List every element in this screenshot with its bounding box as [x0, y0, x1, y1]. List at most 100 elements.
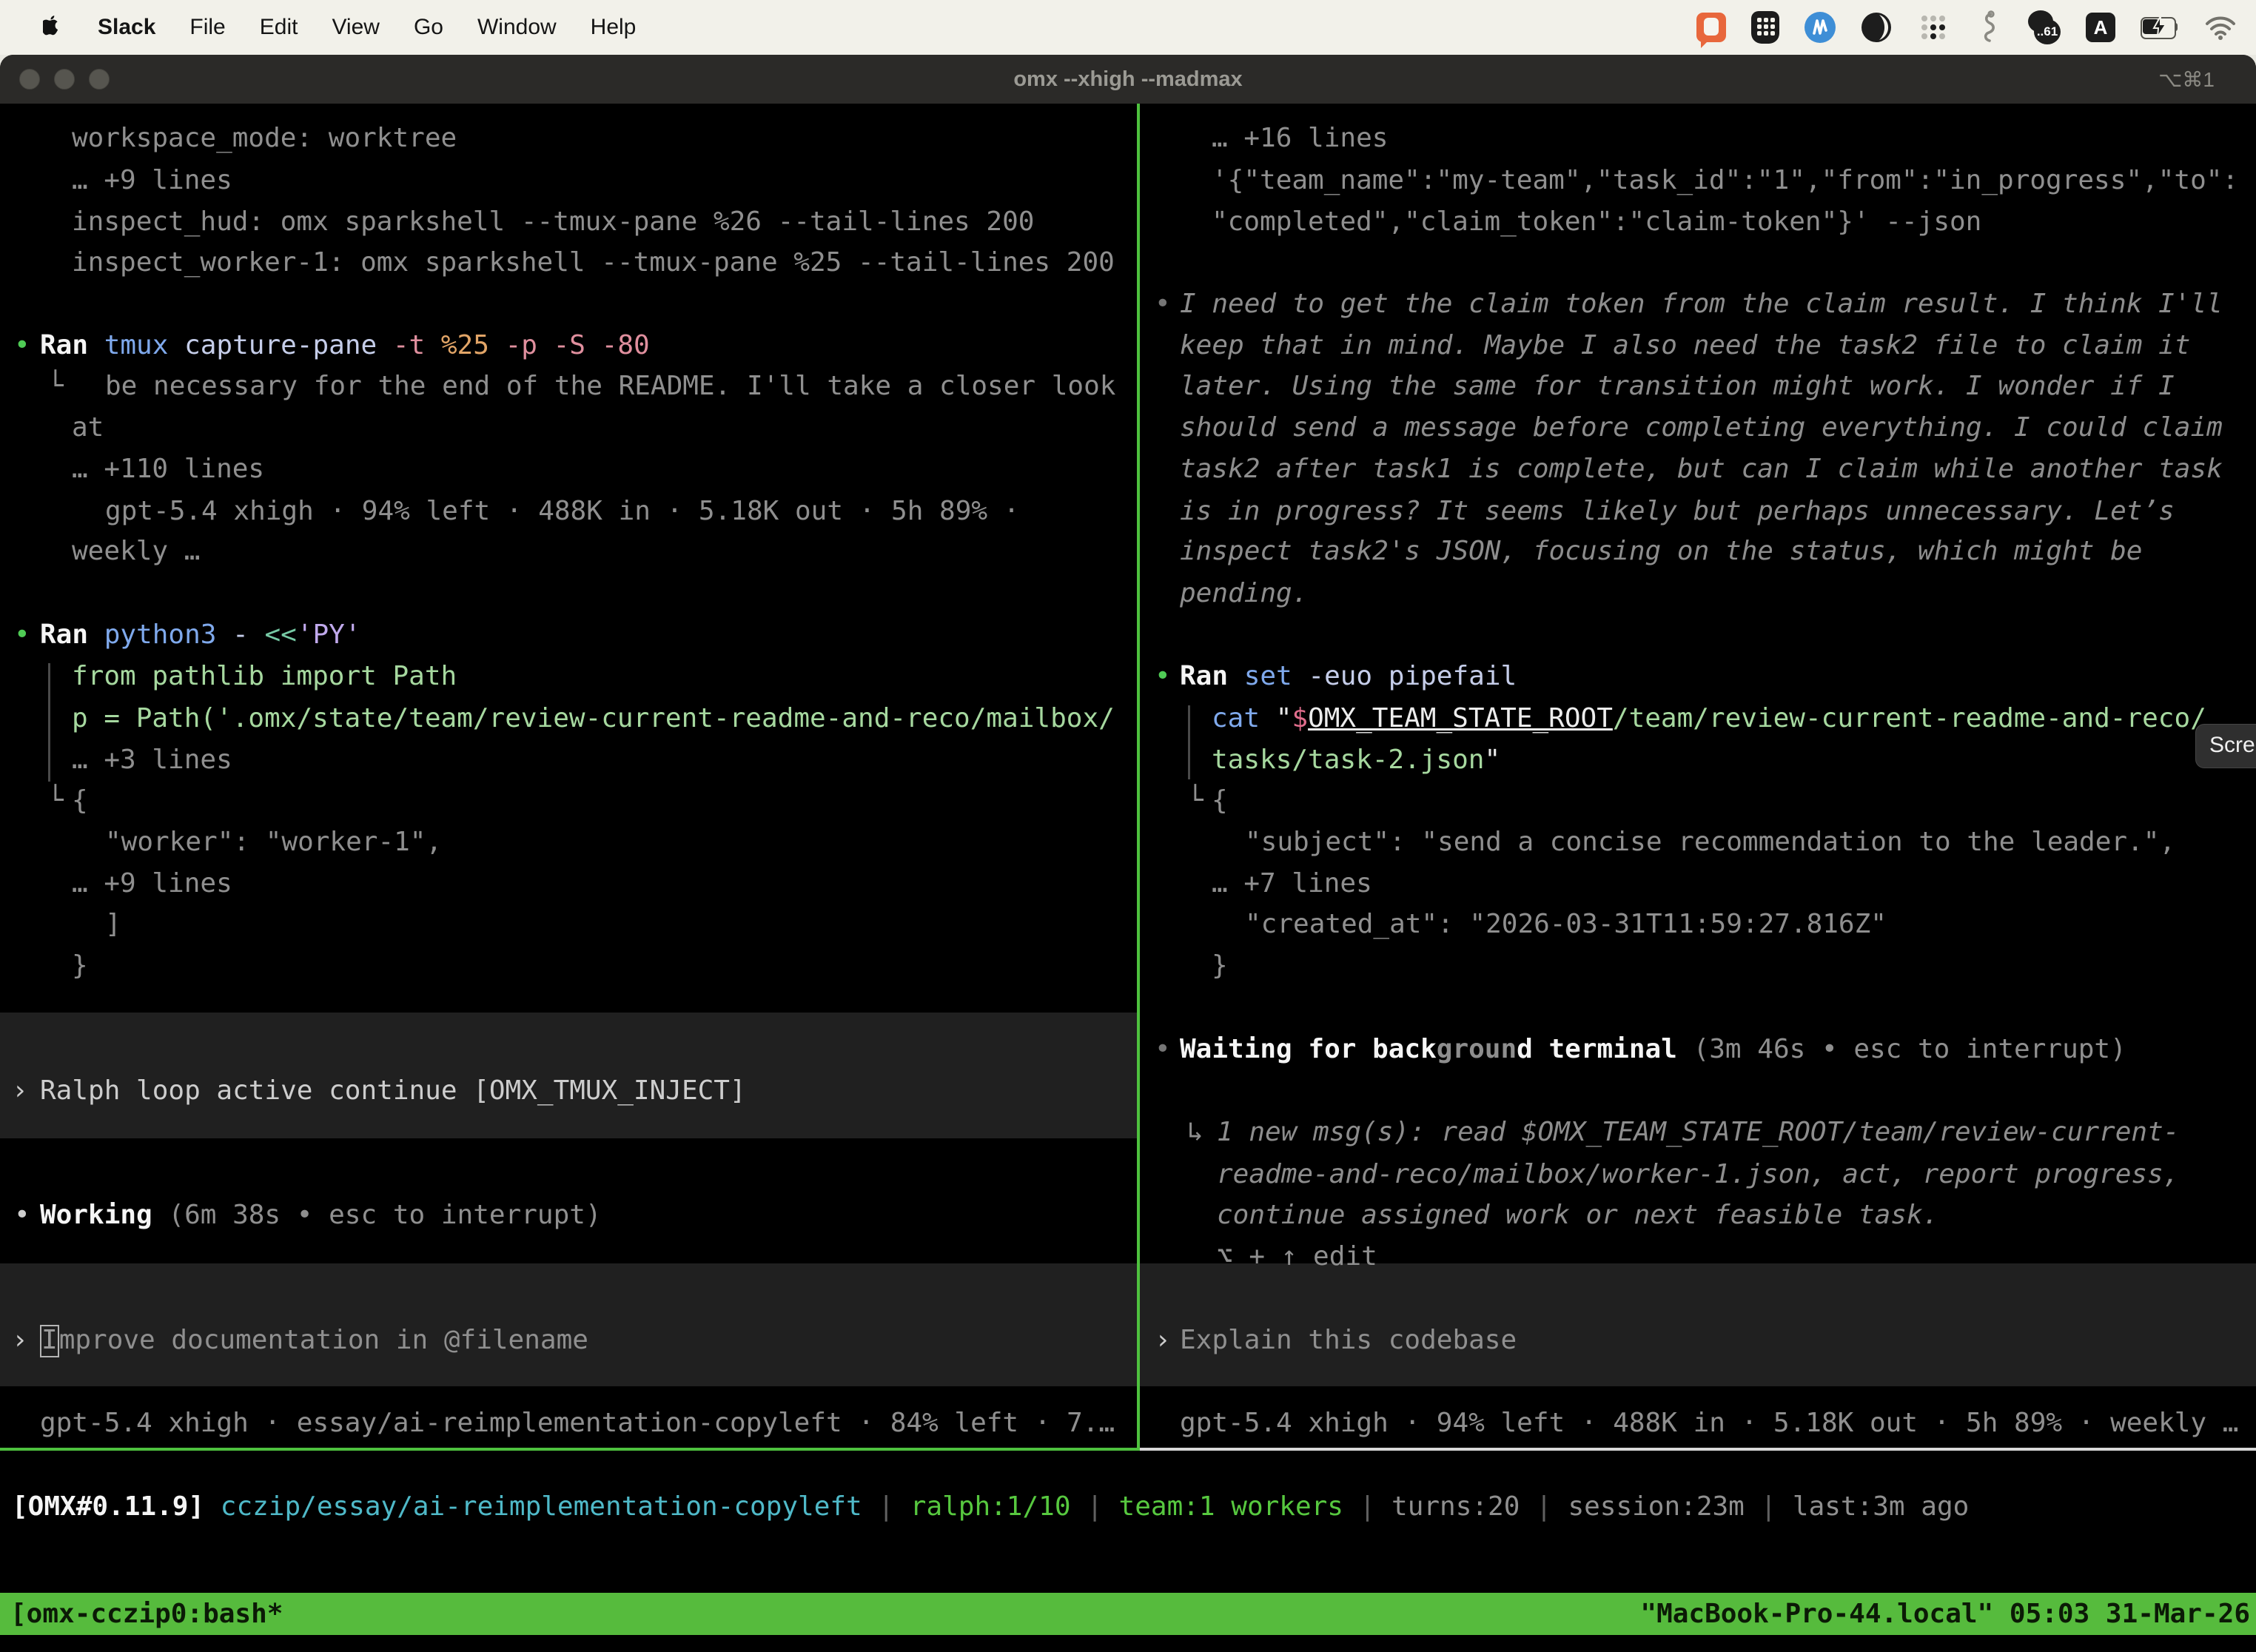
- terminal-text: ›: [1155, 1325, 1171, 1355]
- terminal-text: readme-and-reco/mailbox/worker-1.json, a…: [1217, 1159, 2179, 1189]
- terminal-run: ⌥ + ↑ edit: [1217, 1240, 1377, 1273]
- terminal-text: task2 after task1 is complete, but can I…: [1180, 454, 2223, 484]
- terminal-text: •: [14, 1200, 30, 1230]
- terminal-run: {: [1212, 785, 1228, 817]
- terminal-text: }: [72, 950, 88, 981]
- wifi-icon[interactable]: [2204, 15, 2237, 40]
- terminal-run: ↳: [1187, 1116, 1219, 1149]
- terminal-text: |: [1520, 1491, 1568, 1522]
- terminal-text: from pathlib import Path: [72, 661, 457, 691]
- chat-app-icon[interactable]: [1696, 13, 1726, 42]
- terminal-run: ]: [105, 908, 121, 941]
- dots-grid-icon[interactable]: [1917, 11, 1950, 44]
- terminal-run: Ran python3 - <<'PY': [40, 619, 361, 651]
- hook-icon[interactable]: [1975, 10, 2001, 44]
- crescent-circle-icon[interactable]: [1861, 12, 1892, 43]
- terminal-line: [OMX#0.11.9] cczip/essay/ai-reimplementa…: [0, 1491, 2256, 1523]
- terminal-line: }: [1140, 950, 2256, 982]
- terminal-run: "subject": "send a concise recommendatio…: [1245, 826, 2175, 859]
- terminal-line: ↳ 1 new msg(s): read $OMX_TEAM_STATE_ROO…: [1140, 1116, 2256, 1149]
- terminal-run: •: [14, 619, 30, 651]
- crescent-glyph: [1861, 12, 1892, 43]
- terminal-text: •: [14, 330, 30, 360]
- terminal-text: set: [1244, 661, 1309, 691]
- terminal-line: should send a message before completing …: [1140, 412, 2256, 444]
- tmux-session-label[interactable]: [omx-cczip0:bash*: [0, 1599, 283, 1629]
- terminal-text: {: [1212, 785, 1228, 816]
- input-source-a-icon[interactable]: A: [2086, 13, 2115, 42]
- terminal-text: ralph:1/10: [910, 1491, 1071, 1522]
- terminal-run: gpt-5.4 xhigh · 94% left · 488K in · 5.1…: [1180, 1407, 2238, 1440]
- pane-divider[interactable]: [1137, 104, 1140, 1448]
- terminal-run: ›: [12, 1324, 28, 1357]
- terminal-run: tasks/task-2.json": [1212, 744, 1500, 776]
- terminal-run: "created_at": "2026-03-31T11:59:27.816Z": [1245, 908, 1887, 941]
- terminal-run: readme-and-reco/mailbox/worker-1.json, a…: [1217, 1158, 2179, 1191]
- terminal-text: (3m 46s • esc to interrupt): [1693, 1034, 2126, 1064]
- terminal-text: is in progress? It seems likely but perh…: [1180, 496, 2175, 526]
- terminal-run: … +16 lines: [1212, 122, 1388, 155]
- apple-menu[interactable]: [43, 15, 64, 40]
- terminal-text: |: [1745, 1491, 1793, 1522]
- menu-item-file[interactable]: File: [189, 15, 225, 40]
- menu-item-slack[interactable]: Slack: [98, 15, 155, 40]
- terminal-line: "completed","claim_token":"claim-token"}…: [1140, 206, 2256, 238]
- keyboard-icon[interactable]: [1751, 11, 1779, 44]
- terminal-line: "created_at": "2026-03-31T11:59:27.816Z": [1140, 908, 2256, 941]
- window-titlebar[interactable]: omx --xhigh --madmax ⌥⌘1: [0, 55, 2256, 104]
- menu-item-edit[interactable]: Edit: [260, 15, 298, 40]
- terminal-run: •: [1155, 288, 1171, 320]
- terminal-text: OMX_TEAM_STATE_ROOT: [1308, 703, 1613, 733]
- tmux-pane-left[interactable]: workspace_mode: worktree… +9 linesinspec…: [0, 104, 1137, 1448]
- terminal-text: '{"team_name":"my-team","task_id":"1","f…: [1212, 165, 2238, 195]
- terminal-text: ": [1484, 745, 1500, 775]
- pane-border-bottom-right: [1140, 1448, 2256, 1451]
- text-cursor: I: [40, 1325, 59, 1357]
- terminal-text: [OMX#0.11.9]: [12, 1491, 204, 1522]
- terminal-line: inspect task2's JSON, focusing on the st…: [1140, 535, 2256, 568]
- terminal-line: "subject": "send a concise recommendatio…: [1140, 826, 2256, 859]
- tmux-host-clock: "MacBook-Pro-44.local" 05:03 31-Mar-26: [1640, 1599, 2256, 1629]
- terminal-run: └: [47, 370, 64, 403]
- menu-item-help[interactable]: Help: [591, 15, 637, 40]
- terminal-run: inspect_worker-1: omx sparkshell --tmux-…: [72, 246, 1115, 279]
- terminal-text: "subject": "send a concise recommendatio…: [1245, 827, 2175, 857]
- terminal-run: be necessary for the end of the README. …: [105, 370, 1115, 403]
- terminal-text: ↳: [1187, 1117, 1219, 1147]
- terminal-text: ›: [12, 1075, 28, 1106]
- terminal-text: later. Using the same for transition mig…: [1180, 371, 2175, 401]
- terminal-run: at: [72, 412, 104, 444]
- terminal-text: inspect_hud: omx sparkshell --tmux-pane …: [72, 206, 1034, 237]
- terminal-line: '{"team_name":"my-team","task_id":"1","f…: [1140, 164, 2256, 197]
- terminal-run: "worker": "worker-1",: [105, 826, 442, 859]
- window-shortcut-badge: ⌥⌘1: [2158, 67, 2215, 92]
- terminal-run: 1 new msg(s): read $OMX_TEAM_STATE_ROOT/…: [1217, 1116, 2179, 1149]
- terminal-text: python3: [104, 620, 232, 650]
- terminal-line: p = Path('.omx/state/team/review-current…: [0, 702, 1137, 735]
- sync-circle-icon[interactable]: [1805, 12, 1836, 43]
- terminal-text: "worker": "worker-1",: [105, 827, 442, 857]
- terminal-text: turns:20: [1391, 1491, 1520, 1522]
- terminal-run: '{"team_name":"my-team","task_id":"1","f…: [1212, 164, 2238, 197]
- terminal-line: readme-and-reco/mailbox/worker-1.json, a…: [1140, 1158, 2256, 1191]
- terminal-run: "completed","claim_token":"claim-token"}…: [1212, 206, 1981, 238]
- terminal-run: continue assigned work or next feasible …: [1217, 1199, 1938, 1232]
- battery-icon[interactable]: [2141, 17, 2179, 38]
- terminal-line: at: [0, 412, 1137, 444]
- battery-badge-icon[interactable]: ..61: [2027, 10, 2061, 44]
- menu-item-window[interactable]: Window: [477, 15, 557, 40]
- terminal-line: … +3 lines: [0, 744, 1137, 776]
- tmux-pane-right[interactable]: … +16 lines '{"team_name":"my-team","task…: [1140, 104, 2256, 1448]
- macos-menu-bar: Slack File Edit View Go Window Help: [0, 0, 2256, 55]
- terminal-run: Ran tmux capture-pane -t %25 -p -S -80: [40, 329, 650, 362]
- apple-icon: [43, 15, 64, 40]
- terminal-run: workspace_mode: worktree: [72, 122, 457, 155]
- terminal-text: -80: [602, 330, 650, 360]
- menu-item-view[interactable]: View: [332, 15, 379, 40]
- terminal-text: capture-pane: [184, 330, 393, 360]
- terminal-line: gpt-5.4 xhigh · 94% left · 488K in · 5.1…: [1140, 1407, 2256, 1440]
- terminal-text: Working: [40, 1200, 168, 1230]
- terminal-text: … +110 lines: [72, 454, 264, 484]
- terminal-text: <<: [264, 620, 296, 650]
- menu-item-go[interactable]: Go: [414, 15, 443, 40]
